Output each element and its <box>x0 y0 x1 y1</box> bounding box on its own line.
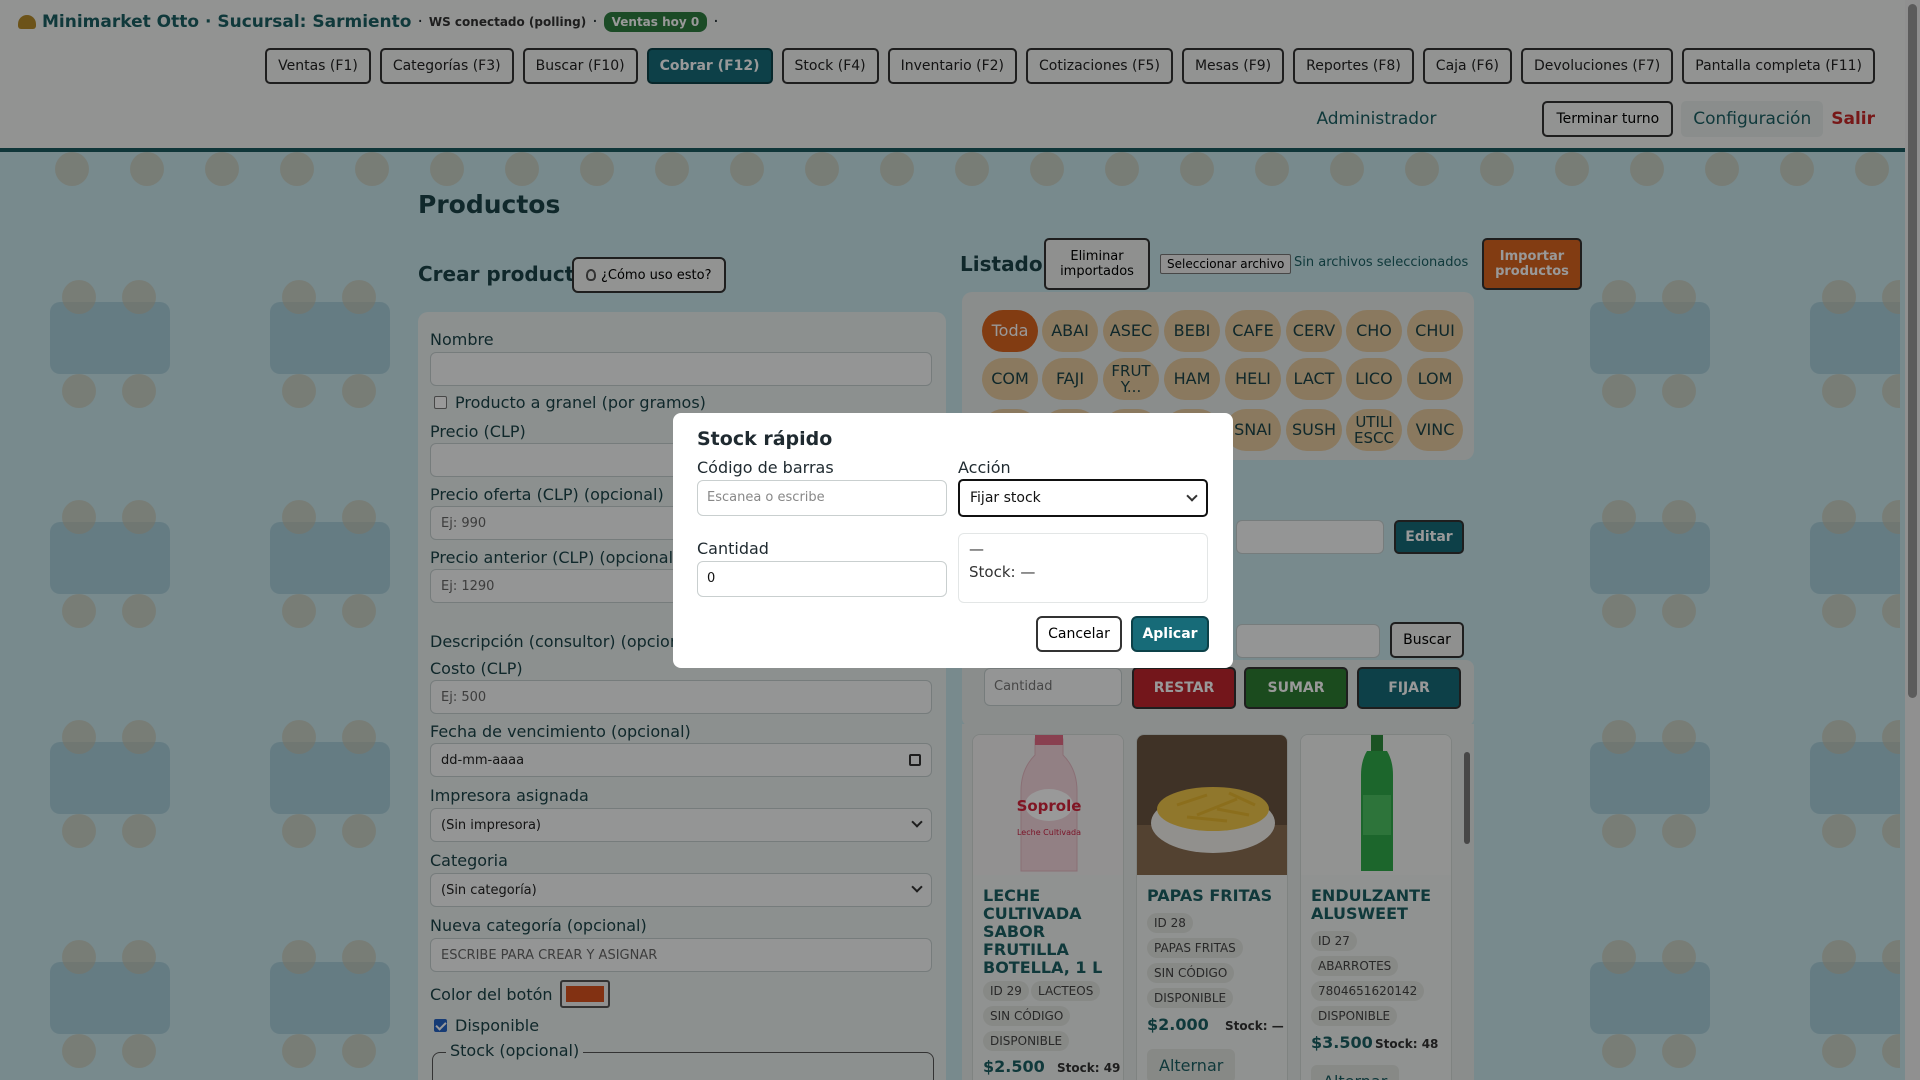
stock-rapido-modal: Stock rápido Código de barras Escanea o … <box>673 413 1233 668</box>
barcode-input[interactable]: Escanea o escribe <box>697 480 947 516</box>
chevron-down-icon <box>1186 490 1198 502</box>
product-info-stock: Stock: — <box>969 563 1036 581</box>
accion-select[interactable]: Fijar stock <box>958 479 1208 517</box>
cancelar-button[interactable]: Cancelar <box>1036 616 1122 652</box>
accion-label: Acción <box>958 458 1011 477</box>
aplicar-button[interactable]: Aplicar <box>1131 616 1209 652</box>
modal-title: Stock rápido <box>697 428 833 450</box>
accion-value: Fijar stock <box>970 490 1041 506</box>
cantidad-modal-input[interactable]: 0 <box>697 561 947 597</box>
product-info-name: — <box>969 540 984 558</box>
product-info-box: — Stock: — <box>958 533 1208 603</box>
barcode-label: Código de barras <box>697 458 834 477</box>
cantidad-label: Cantidad <box>697 539 769 558</box>
